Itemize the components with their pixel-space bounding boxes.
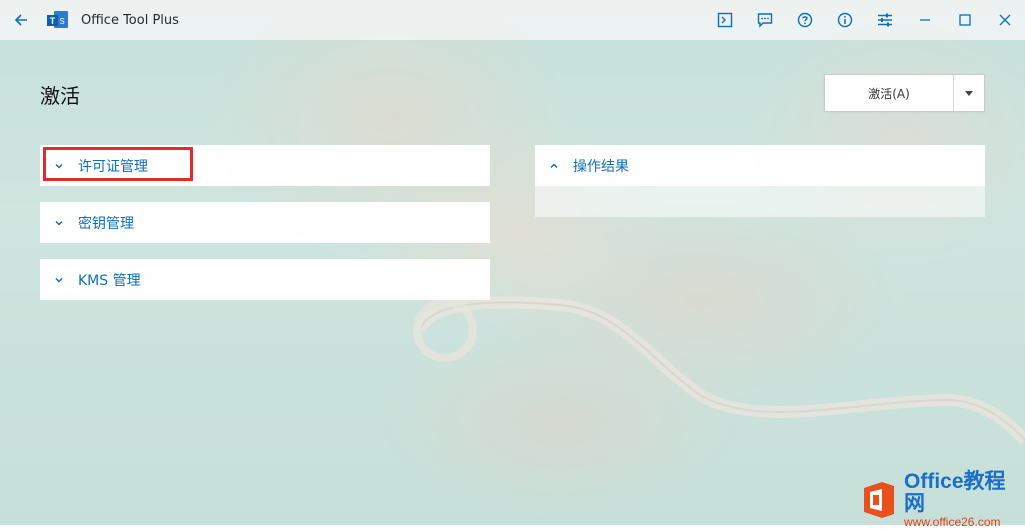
section-label: 密钥管理 [78,215,134,232]
title-bar: T S Office Tool Plus [0,0,1025,40]
office-logo-icon [860,480,898,520]
section-label: KMS 管理 [78,272,141,289]
info-icon [837,12,853,28]
chevron-up-icon [535,161,573,171]
back-arrow-icon [14,14,27,26]
app-title: Office Tool Plus [81,12,179,28]
close-button[interactable] [985,0,1025,40]
close-icon [999,14,1011,26]
operation-result-panel: 操作结果 [535,145,985,217]
settings-sliders-icon [878,13,892,27]
maximize-icon [959,14,971,26]
svg-text:S: S [59,17,64,26]
terminal-icon [717,12,733,28]
minimize-button[interactable] [905,0,945,40]
section-label: 操作结果 [573,158,629,175]
minimize-icon [920,19,930,21]
page-title: 激活 [40,84,80,108]
activate-dropdown-button[interactable] [954,75,984,111]
section-label: 许可证管理 [78,158,148,175]
feedback-button[interactable] [745,0,785,40]
chevron-down-icon [40,161,78,171]
section-license-management[interactable]: 许可证管理 [40,145,490,186]
chevron-down-icon [40,275,78,285]
operation-result-header[interactable]: 操作结果 [535,145,985,186]
section-key-management[interactable]: 密钥管理 [40,202,490,243]
settings-button[interactable] [865,0,905,40]
watermark-title: Office教程网 [904,469,1006,515]
feedback-icon [757,13,773,28]
chevron-down-icon [40,218,78,228]
back-button[interactable] [1,0,41,40]
maximize-button[interactable] [945,0,985,40]
section-kms-management[interactable]: KMS 管理 [40,259,490,300]
help-button[interactable] [785,0,825,40]
caret-down-icon [965,90,973,96]
activate-split-button: 激活(A) [824,74,985,112]
app-logo-icon: T S [47,10,69,30]
help-icon [797,12,813,28]
info-button[interactable] [825,0,865,40]
watermark: Office教程网 www.office26.com [858,469,1025,529]
activate-button[interactable]: 激活(A) [825,75,954,111]
console-button[interactable] [705,0,745,40]
operation-result-content [535,186,985,217]
svg-text:T: T [50,16,56,26]
watermark-url: www.office26.com [904,514,1001,529]
